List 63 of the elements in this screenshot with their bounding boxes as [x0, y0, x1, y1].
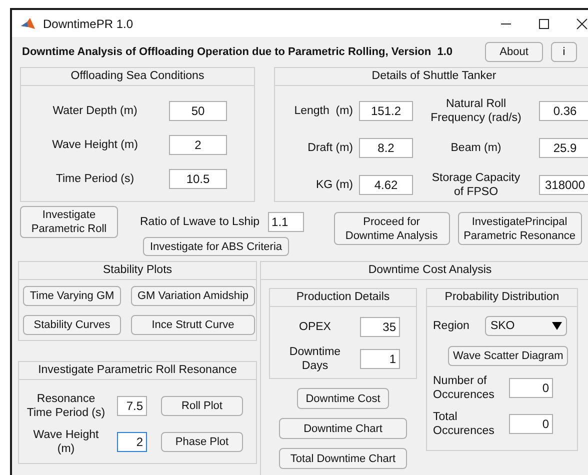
field-label: Natural Roll Frequency (rad/s): [430, 97, 522, 125]
investigate-roll-button[interactable]: Investigate Parametric Roll: [20, 206, 118, 238]
wave-scatter-button[interactable]: Wave Scatter Diagram: [448, 346, 568, 366]
chart-button[interactable]: Downtime Cost: [297, 388, 389, 409]
plot-button[interactable]: GM Variation Amidship: [131, 286, 255, 306]
chart-button[interactable]: Downtime Chart: [279, 418, 407, 439]
panel-title: Stability Plots: [19, 262, 256, 280]
ratio-label: Ratio of Lwave to Lship: [140, 215, 260, 229]
field-label: OPEX: [298, 320, 332, 334]
field-label: Draft (m): [306, 141, 353, 155]
app-icon: [20, 16, 36, 32]
input-field[interactable]: 1: [360, 349, 400, 369]
about-button[interactable]: About: [485, 42, 543, 62]
close-icon[interactable]: [576, 18, 588, 30]
input-field[interactable]: 0: [509, 414, 553, 434]
panel-title: Downtime Cost Analysis: [261, 262, 588, 280]
input-field[interactable]: 151.2: [359, 101, 413, 121]
field-label: Total Occurences: [433, 410, 496, 438]
field-label: Downtime Days: [288, 345, 342, 373]
input-field[interactable]: 10.5: [169, 169, 227, 189]
field-label: KG (m): [314, 178, 353, 192]
field-label: Wave Height (m): [32, 428, 100, 456]
field-label: Length (m): [293, 104, 353, 118]
field-label: Time Period (s): [54, 172, 136, 186]
input-field[interactable]: 2: [169, 135, 227, 155]
plot-button[interactable]: Ince Strutt Curve: [131, 315, 255, 335]
chart-button[interactable]: Total Downtime Chart: [279, 448, 407, 469]
ratio-input[interactable]: 1.1: [268, 212, 304, 232]
app-heading: Downtime Analysis of Offloading Operation due to Parametric Rolling, Version 1.0: [22, 45, 454, 59]
panel-title: Details of Shuttle Tanker: [275, 68, 588, 86]
plot-button[interactable]: Roll Plot: [161, 396, 243, 416]
input-field[interactable]: 25.9: [539, 138, 588, 158]
info-button[interactable]: i: [551, 42, 577, 62]
input-field[interactable]: 50: [169, 101, 227, 121]
dropdown-caret-icon: [552, 322, 562, 330]
principal-resonance-button[interactable]: InvestigatePrincipal Parametric Resonance: [458, 212, 582, 245]
plot-button[interactable]: Phase Plot: [161, 432, 243, 452]
field-label: Water Depth (m): [52, 104, 138, 118]
input-field[interactable]: 2: [117, 432, 147, 452]
plot-button[interactable]: Stability Curves: [23, 315, 121, 335]
region-dropdown[interactable]: SKO: [485, 316, 568, 336]
plot-button[interactable]: Time Varying GM: [23, 286, 121, 306]
input-field[interactable]: 318000: [539, 175, 588, 195]
panel-title: Probability Distribution: [427, 289, 577, 307]
maximize-icon[interactable]: [538, 18, 550, 30]
input-field[interactable]: 8.2: [359, 138, 413, 158]
panel-title: Offloading Sea Conditions: [21, 68, 254, 86]
input-field[interactable]: 0.36: [539, 101, 588, 121]
field-label: Wave Height (m): [51, 138, 139, 152]
input-field[interactable]: 0: [509, 378, 553, 398]
panel-title: Investigate Parametric Roll Resonance: [19, 362, 256, 380]
input-field[interactable]: 35: [360, 317, 400, 337]
panel-title: Production Details: [270, 289, 416, 307]
field-label: Storage Capacity of FPSO: [430, 171, 522, 199]
proceed-button[interactable]: Proceed for Downtime Analysis: [334, 212, 450, 245]
field-label: Number of Occurences: [433, 374, 496, 402]
input-field[interactable]: 4.62: [359, 175, 413, 195]
abs-criteria-button[interactable]: Investigate for ABS Criteria: [143, 237, 289, 256]
input-field[interactable]: 7.5: [117, 396, 147, 416]
region-label: Region: [433, 319, 470, 333]
field-label: Beam (m): [450, 141, 502, 155]
field-label: Resonance Time Period (s): [26, 392, 106, 420]
window-title: DowntimePR 1.0: [43, 16, 134, 30]
